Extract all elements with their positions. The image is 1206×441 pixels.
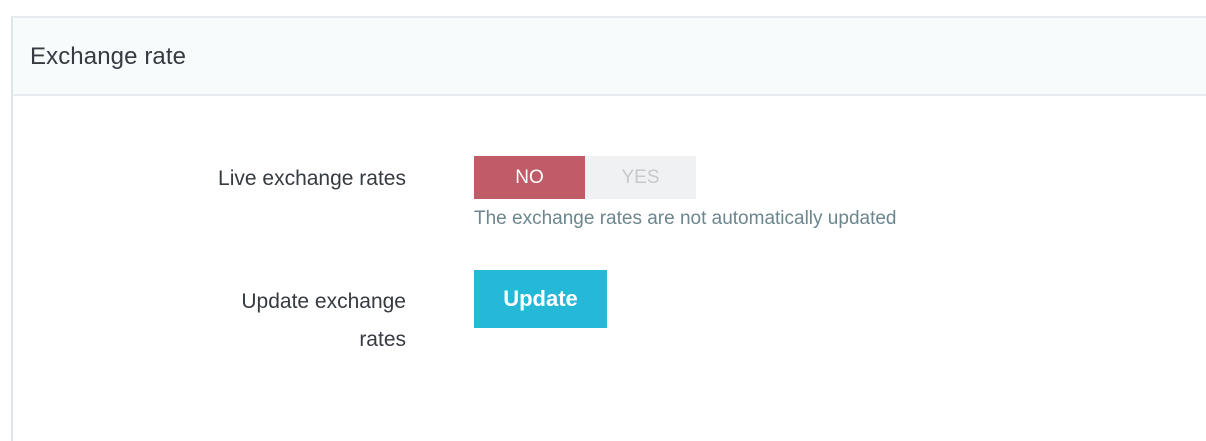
switch-option-yes[interactable]: YES (585, 156, 696, 199)
top-strip (0, 0, 1206, 16)
switch-option-no[interactable]: NO (474, 156, 585, 199)
panel-header: Exchange rate (13, 18, 1206, 96)
update-label-line2: rates (359, 328, 406, 351)
panel-title: Exchange rate (30, 43, 187, 70)
update-label-line1: Update exchange (241, 290, 406, 313)
live-exchange-rates-switch[interactable]: NO YES (474, 156, 696, 199)
update-exchange-rates-label: Update exchange rates (106, 283, 406, 359)
live-rates-help-text: The exchange rates are not automatically… (474, 208, 897, 229)
live-exchange-rates-label: Live exchange rates (218, 167, 406, 190)
update-button[interactable]: Update (474, 270, 607, 328)
